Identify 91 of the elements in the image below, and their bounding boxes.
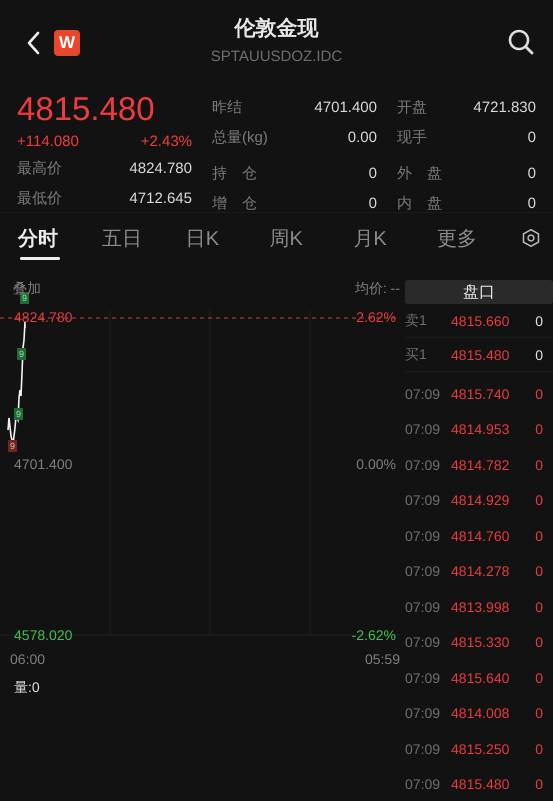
stat-label: 内 盘 [397, 194, 442, 212]
stat-value: 4712.645 [129, 190, 192, 206]
quote-volume: 0 [534, 346, 544, 362]
trade-price: 4815.250 [451, 740, 510, 757]
base-price: 4701.400 [14, 456, 72, 472]
current-price: 4815.480 [17, 90, 156, 128]
start-time: 06:00 [10, 651, 46, 667]
trade-price: 4814.782 [451, 456, 510, 473]
price-change: +114.080 [17, 132, 79, 150]
base-percent: 0.00% [356, 456, 396, 472]
chart-tab[interactable]: 五日 [102, 216, 186, 260]
trade-time: 07:09 [405, 598, 442, 615]
trade-volume: 0 [534, 776, 544, 792]
quote-label: 卖1 [405, 312, 428, 330]
stat-value: 4701.400 [314, 98, 377, 116]
trade-volume: 0 [534, 421, 544, 438]
chart-tab[interactable]: 日K [186, 216, 270, 260]
trade-price: 4814.760 [451, 528, 510, 544]
trade-volume: 0 [534, 386, 544, 402]
stat-value: 0 [528, 194, 536, 212]
trade-time: 07:09 [405, 421, 442, 438]
end-time: 05:59 [364, 651, 400, 667]
stat-value: 4824.780 [129, 160, 192, 176]
trade-volume: 0 [534, 456, 544, 473]
chart-tab[interactable]: 周K [270, 216, 354, 260]
volume-label: 量:0 [14, 679, 40, 697]
chart-marker: 9 [14, 408, 24, 420]
trade-price: 4813.998 [451, 598, 510, 615]
trade-price: 4815.640 [451, 670, 510, 686]
trade-volume: 0 [534, 563, 544, 580]
trade-time: 07:09 [405, 776, 442, 792]
stat-value: 0 [368, 194, 377, 212]
stat-label: 总量(kg) [212, 128, 268, 146]
trade-price: 4815.480 [451, 776, 510, 792]
order-book-tab[interactable]: 盘口 [405, 280, 553, 304]
stat-value: 0 [368, 164, 377, 182]
trade-time: 07:09 [405, 492, 442, 508]
trade-time: 07:09 [405, 386, 442, 402]
trade-volume: 0 [534, 634, 544, 650]
quote-price: 4815.660 [451, 312, 510, 328]
stat-value: 4721.830 [473, 98, 536, 116]
trade-volume: 0 [534, 528, 544, 544]
settings-icon[interactable] [521, 227, 542, 249]
high-price: 4824.780 [14, 309, 72, 325]
chart-marker: 9 [17, 348, 26, 360]
stat-label: 最高价 [17, 158, 62, 178]
trade-price: 4814.008 [451, 705, 510, 722]
stat-label: 增 仓 [212, 194, 257, 212]
stat-label: 昨结 [212, 98, 242, 116]
quote-label: 买1 [405, 346, 428, 364]
trade-time: 07:09 [405, 528, 442, 544]
stat-label: 现手 [397, 128, 427, 146]
chart-tab[interactable]: 月K [353, 216, 438, 260]
stat-value: 0.00 [348, 128, 377, 146]
trade-volume: 0 [534, 670, 544, 686]
chart-marker: 9 [8, 440, 18, 452]
chart-tab[interactable]: 分时 [18, 216, 102, 260]
search-icon[interactable] [507, 28, 535, 56]
stat-value: 0 [528, 164, 536, 182]
trade-time: 07:09 [405, 740, 442, 757]
low-percent: -2.62% [352, 627, 396, 643]
high-percent: 2.62% [356, 309, 396, 325]
stat-value: 0 [528, 128, 536, 146]
symbol-code: SPTAUUSDOZ.IDC [210, 48, 342, 65]
trade-volume: 0 [534, 740, 544, 757]
trade-price: 4814.929 [451, 492, 510, 508]
trade-time: 07:09 [405, 456, 442, 473]
low-price: 4578.020 [14, 627, 72, 643]
trade-time: 07:09 [405, 563, 442, 580]
stat-label: 持 仓 [212, 164, 257, 182]
stat-label: 开盘 [397, 98, 427, 116]
trade-volume: 0 [534, 705, 544, 722]
trade-time: 07:09 [405, 634, 442, 650]
stat-label: 最低价 [17, 188, 62, 208]
trade-price: 4815.330 [451, 634, 510, 650]
back-icon[interactable] [26, 31, 40, 55]
chart-tab[interactable]: 更多 [437, 216, 522, 260]
trade-time: 07:09 [405, 705, 442, 722]
trade-price: 4814.953 [451, 421, 510, 438]
quote-price: 4815.480 [451, 346, 510, 362]
average-price: 均价: -- [354, 280, 400, 298]
trade-volume: 0 [534, 492, 544, 508]
app-logo[interactable]: W [54, 30, 80, 56]
trade-price: 4815.740 [451, 386, 510, 402]
stat-label: 外 盘 [397, 164, 442, 182]
trade-time: 07:09 [405, 670, 442, 686]
change-percent: +2.43% [140, 132, 192, 150]
trade-price: 4814.278 [451, 563, 510, 580]
page-title: 伦敦金现 [234, 16, 318, 42]
quote-volume: 0 [534, 312, 544, 328]
trade-volume: 0 [534, 598, 544, 615]
